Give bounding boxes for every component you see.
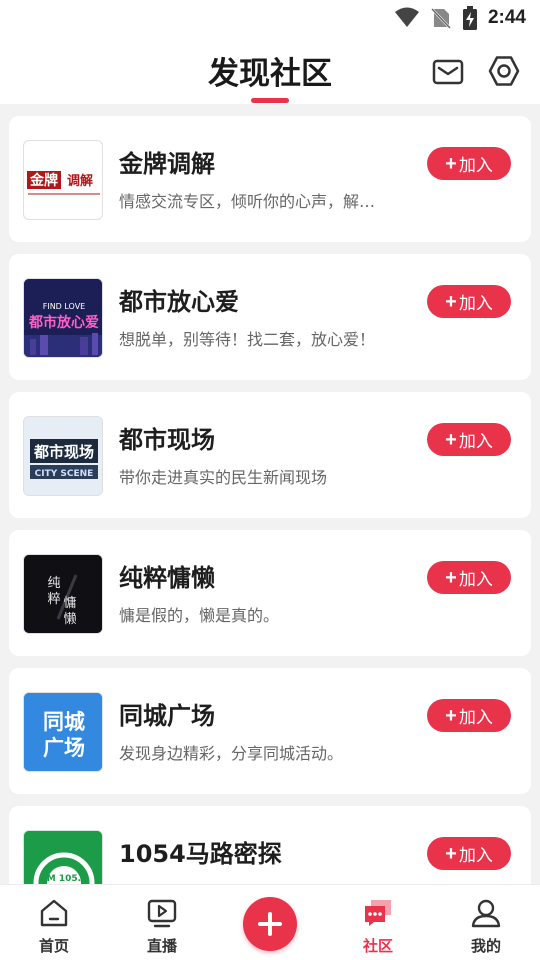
join-button[interactable]: + 加入 <box>427 285 511 318</box>
settings-icon[interactable] <box>487 54 521 88</box>
thumb-sub: FIND LOVE <box>43 302 86 311</box>
title-underline <box>251 98 289 103</box>
thumb-text: 金牌 <box>29 172 58 189</box>
svg-text:调解: 调解 <box>67 173 93 189</box>
plus-icon: + <box>445 704 457 727</box>
join-label: 加入 <box>458 708 493 727</box>
plus-icon: + <box>445 290 457 313</box>
svg-text:同城: 同城 <box>43 710 85 734</box>
no-sim-icon <box>431 8 451 29</box>
community-thumbnail: FIND LOVE 都市放心爱 <box>23 278 103 358</box>
community-thumbnail: FM 105.4 <box>23 830 103 884</box>
plus-icon: + <box>445 152 457 175</box>
join-button[interactable]: + 加入 <box>427 837 511 870</box>
community-card[interactable]: 金牌 调解 金牌调解 情感交流专区，倾听你的心声，解… + 加入 <box>9 116 531 242</box>
community-desc: 情感交流专区，倾听你的心声，解… <box>119 192 376 211</box>
join-label: 加入 <box>458 156 493 175</box>
svg-text:懒: 懒 <box>63 612 76 627</box>
live-video-icon <box>147 899 177 928</box>
svg-text:都市现场: 都市现场 <box>33 443 94 461</box>
mail-icon[interactable] <box>432 56 464 88</box>
home-icon <box>40 899 68 927</box>
community-desc: 发现身边精彩，分享同城活动。 <box>119 744 344 763</box>
bottom-tab-bar: 首页 直播 社区 我的 <box>0 884 540 960</box>
community-thumbnail: 同城 广场 <box>23 692 103 772</box>
join-button[interactable]: + 加入 <box>427 423 511 456</box>
community-chat-icon <box>365 900 391 926</box>
svg-text:粹: 粹 <box>47 592 60 607</box>
publish-button[interactable] <box>243 897 297 951</box>
community-name: 同城广场 <box>119 702 215 730</box>
plus-icon: + <box>445 428 457 451</box>
user-icon <box>471 899 501 928</box>
community-card[interactable]: FIND LOVE 都市放心爱 都市放心爱 想脱单，别等待！找二套，放心爱！ +… <box>9 254 531 380</box>
svg-text:都市放心爱: 都市放心爱 <box>28 314 99 331</box>
plus-icon: + <box>445 842 457 865</box>
join-label: 加入 <box>458 570 493 589</box>
community-desc: 带你走进真实的民生新闻现场 <box>119 468 328 487</box>
tab-label: 首页 <box>38 937 69 955</box>
join-label: 加入 <box>458 432 493 451</box>
community-name: 都市放心爱 <box>119 288 239 316</box>
community-desc: 慵是假的，懒是真的。 <box>119 606 280 625</box>
tab-mine[interactable]: 我的 <box>432 885 540 960</box>
plus-icon: + <box>445 566 457 589</box>
thumb-sub: CITY SCENE <box>35 469 94 479</box>
status-bar: 2:44 <box>0 0 540 36</box>
community-desc: 想脱单，别等待！找二套，放心爱！ <box>119 330 376 349</box>
battery-charging-icon <box>462 6 477 30</box>
svg-text:慵: 慵 <box>63 595 76 611</box>
community-card[interactable]: 同城 广场 同城广场 发现身边精彩，分享同城活动。 + 加入 <box>9 668 531 794</box>
plus-icon <box>258 912 282 936</box>
community-thumbnail: 金牌 调解 <box>23 140 103 220</box>
thumb-text: FM 105.4 <box>41 874 88 884</box>
community-card[interactable]: 纯 粹 慵 懒 纯粹慵懒 慵是假的，懒是真的。 + 加入 <box>9 530 531 656</box>
tab-label: 我的 <box>470 937 501 955</box>
svg-text:纯: 纯 <box>47 576 60 591</box>
community-name: 都市现场 <box>119 426 215 454</box>
tab-community[interactable]: 社区 <box>324 885 432 960</box>
wifi-icon <box>394 7 419 27</box>
community-thumbnail: 纯 粹 慵 懒 <box>23 554 103 634</box>
community-name: 1054马路密探 <box>119 840 282 868</box>
join-button[interactable]: + 加入 <box>427 147 511 180</box>
join-label: 加入 <box>458 294 493 313</box>
community-card[interactable]: FM 105.4 1054马路密探 + 加入 <box>9 806 531 884</box>
page-header: 发现社区 <box>0 36 540 104</box>
community-thumbnail: 都市现场 CITY SCENE <box>23 416 103 496</box>
tab-live[interactable]: 直播 <box>108 885 216 960</box>
community-name: 纯粹慵懒 <box>119 564 215 592</box>
svg-text:广场: 广场 <box>43 736 85 760</box>
community-name: 金牌调解 <box>119 150 215 178</box>
join-button[interactable]: + 加入 <box>427 699 511 732</box>
tab-label: 社区 <box>362 937 393 955</box>
tab-home[interactable]: 首页 <box>0 885 108 960</box>
join-label: 加入 <box>458 846 493 865</box>
tab-label: 直播 <box>146 937 177 955</box>
status-time: 2:44 <box>487 7 526 28</box>
community-list[interactable]: 金牌 调解 金牌调解 情感交流专区，倾听你的心声，解… + 加入 FIND LOV… <box>0 104 540 884</box>
join-button[interactable]: + 加入 <box>427 561 511 594</box>
community-card[interactable]: 都市现场 CITY SCENE 都市现场 带你走进真实的民生新闻现场 + 加入 <box>9 392 531 518</box>
